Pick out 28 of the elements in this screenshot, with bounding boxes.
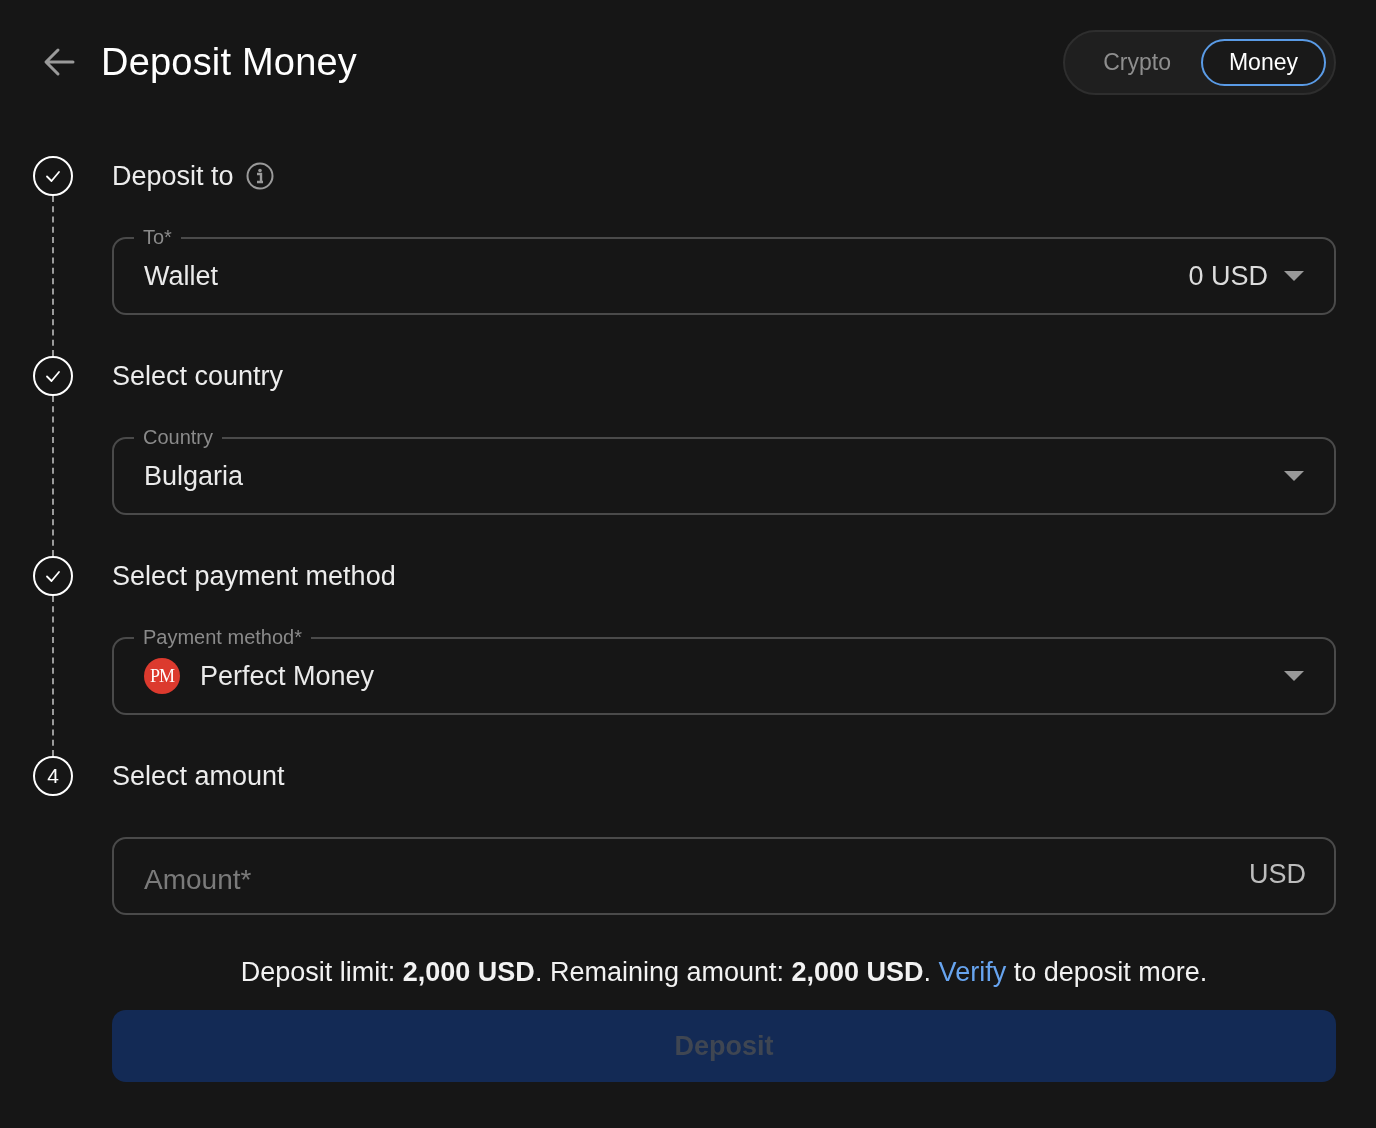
field-value: Bulgaria — [144, 460, 244, 492]
verify-link[interactable]: Verify — [938, 957, 1007, 987]
toggle-tab[interactable]: Crypto — [1075, 38, 1199, 86]
page-title: Deposit Money — [101, 40, 358, 84]
step-number: 4 — [33, 756, 73, 796]
dropdown-caret-icon — [1284, 471, 1304, 481]
field-value: Perfect Money — [200, 660, 375, 692]
step-check-icon — [33, 156, 73, 196]
toggle-tab[interactable]: Money — [1200, 38, 1326, 86]
back-button[interactable] — [43, 46, 77, 78]
step-check-icon — [33, 356, 73, 396]
currency-suffix: USD — [1249, 859, 1306, 890]
payment-logo: PM — [144, 658, 180, 694]
deposit-limit-text: Deposit limit: 2,000 USD. Remaining amount: 2,000 USD. Verify to deposit more. — [239, 957, 1209, 988]
select-field[interactable]: To* Wallet 0 USD — [112, 225, 1336, 315]
step-title: Deposit to — [112, 160, 234, 192]
back-arrow-icon — [43, 46, 77, 78]
field-value: Wallet — [144, 260, 218, 292]
step-title: Select amount — [112, 760, 285, 792]
step-title: Select country — [112, 360, 284, 392]
step-check-icon — [33, 556, 73, 596]
select-field[interactable]: Country Bulgaria — [112, 425, 1336, 515]
balance-value: 0 USD — [1188, 260, 1268, 292]
dropdown-caret-icon — [1284, 671, 1304, 681]
select-field[interactable]: Payment method* PM Perfect Money — [112, 625, 1336, 715]
info-icon[interactable] — [245, 162, 274, 190]
dropdown-caret-icon — [1284, 271, 1304, 281]
step-title: Select payment method — [112, 560, 396, 592]
